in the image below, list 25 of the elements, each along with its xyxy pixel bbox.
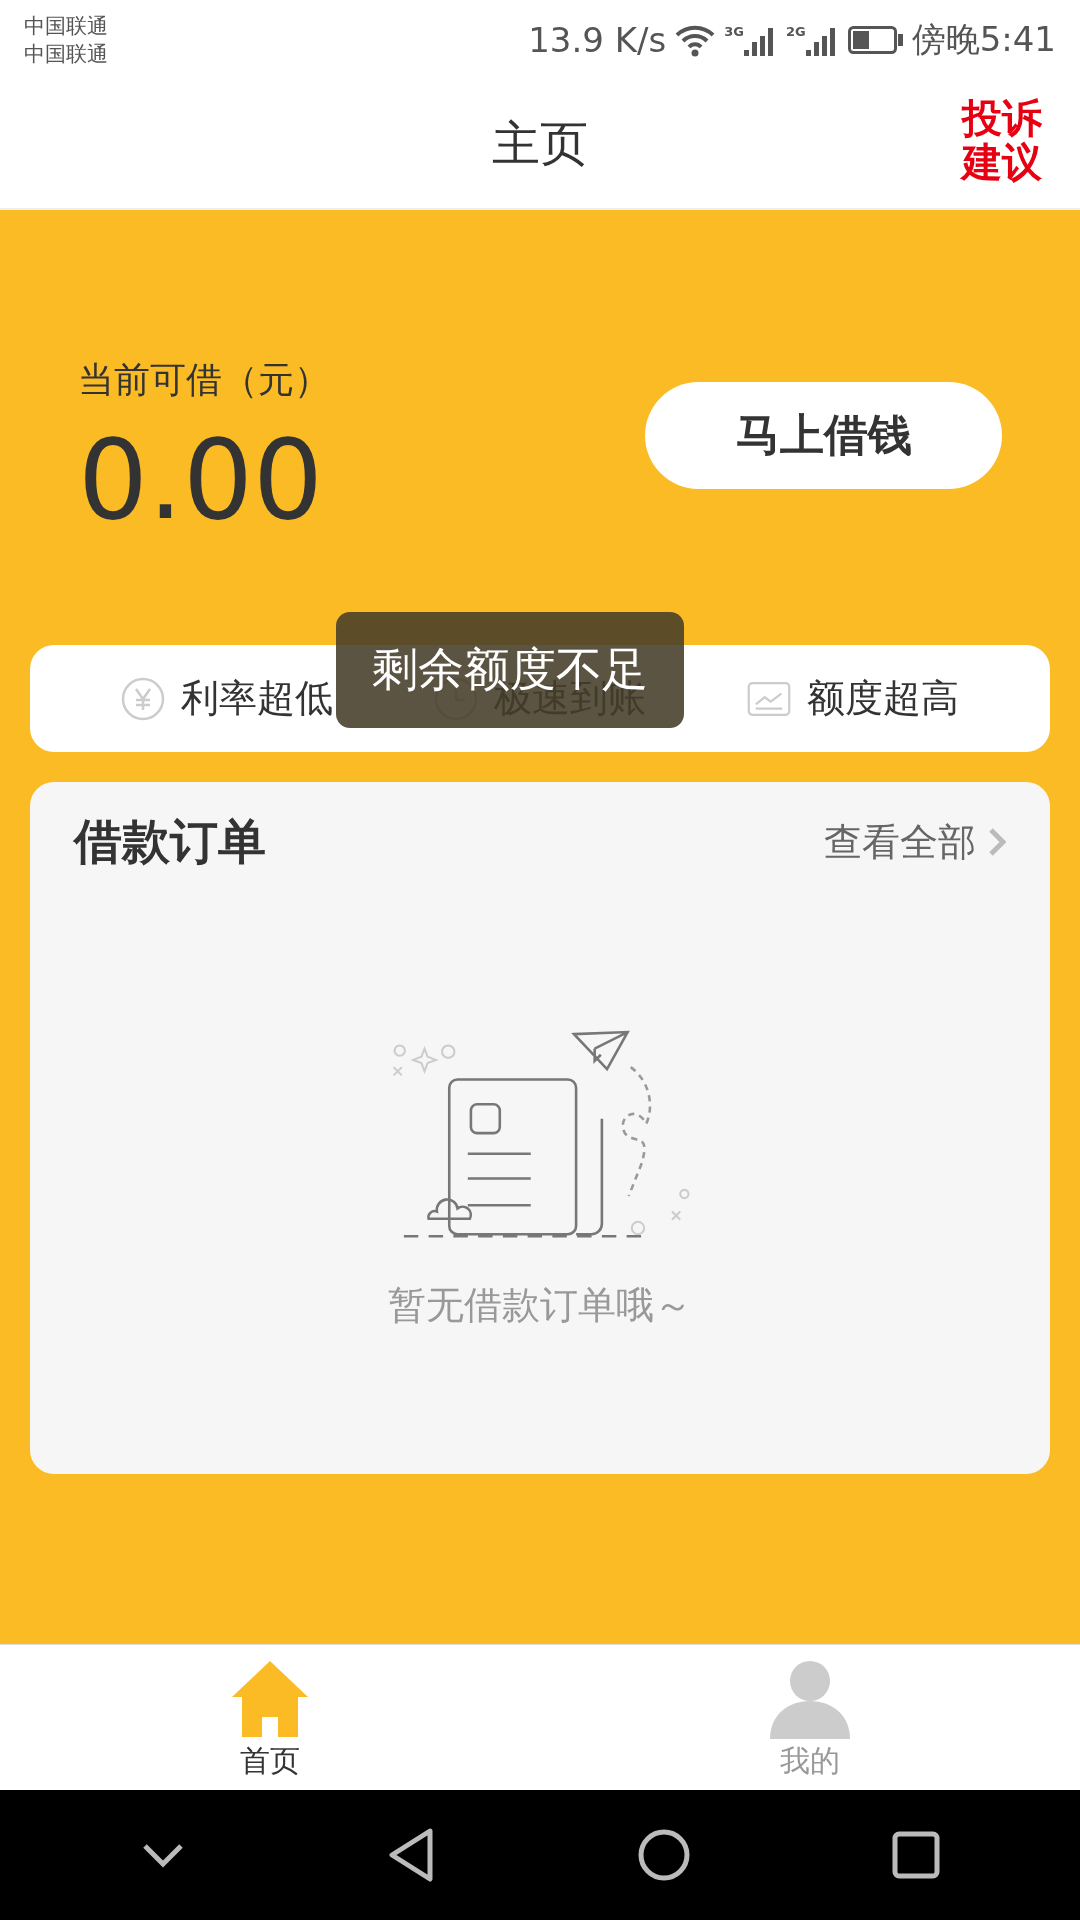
empty-message: 暂无借款订单哦～ (388, 1282, 692, 1329)
feature-label: 额度超高 (807, 675, 960, 722)
borrow-button[interactable]: 马上借钱 (645, 381, 1002, 489)
wifi-icon (674, 23, 717, 57)
chevron-icon (988, 827, 1006, 857)
network-type: 2G (785, 24, 806, 39)
network-type: 3G (724, 24, 744, 39)
feature-label: 利率超低 (180, 675, 333, 722)
carrier-name: 中国联通 (24, 13, 108, 40)
collapse-icon (140, 1842, 185, 1868)
network-speed: 13.9 K/s (528, 20, 667, 60)
yen-icon (120, 676, 165, 721)
orders-title: 借款订单 (74, 812, 266, 871)
view-all-link[interactable]: 查看全部 (824, 816, 1006, 868)
carrier-name: 中国联通 (24, 41, 108, 68)
clock-time: 傍晚5:41 (911, 18, 1056, 61)
recents-icon[interactable] (891, 1831, 940, 1879)
balance-amount: 0.00 (78, 414, 324, 545)
nav-tab[interactable]: 我的 (540, 1645, 1080, 1790)
feedback-link[interactable]: 投诉建议 (962, 96, 1042, 184)
page-title: 主页 (492, 114, 588, 173)
nav-tab[interactable]: 首页 (0, 1645, 540, 1790)
balance-label: 当前可借（元） (78, 357, 330, 402)
home-button-icon[interactable] (636, 1828, 691, 1882)
battery-icon (847, 26, 904, 54)
